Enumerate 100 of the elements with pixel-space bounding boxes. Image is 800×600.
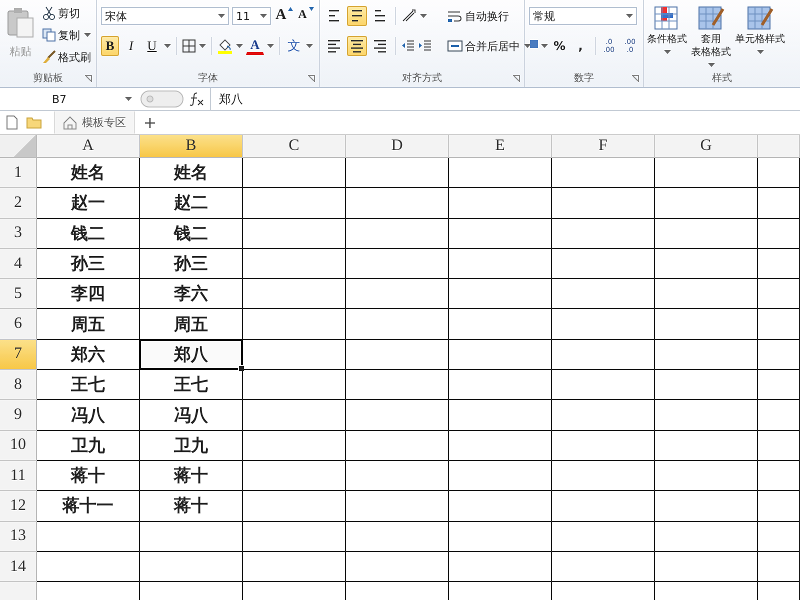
dialog-launcher-icon[interactable] <box>632 75 639 82</box>
table-cell[interactable] <box>552 309 655 340</box>
table-cell[interactable]: 周五 <box>37 309 140 340</box>
table-cell[interactable]: 蒋十 <box>37 460 140 492</box>
percent-button[interactable]: % <box>550 36 569 56</box>
table-cell[interactable]: 王七 <box>37 370 140 400</box>
table-cell[interactable] <box>552 340 655 370</box>
table-cell[interactable] <box>552 491 655 522</box>
caret-icon[interactable] <box>218 14 225 18</box>
table-cell[interactable] <box>243 218 346 249</box>
row-header[interactable]: 3 <box>0 218 37 249</box>
shrink-font-button[interactable]: A <box>297 6 315 26</box>
table-cell[interactable] <box>449 400 552 431</box>
style-gallery-button[interactable]: 单元格样式 <box>734 4 786 47</box>
table-cell[interactable] <box>449 279 552 310</box>
column-header[interactable]: F <box>552 135 655 158</box>
table-cell[interactable] <box>655 279 758 310</box>
table-cell[interactable] <box>552 552 655 582</box>
row-header[interactable]: 10 <box>0 430 37 461</box>
borders-icon[interactable] <box>182 39 196 53</box>
table-cell[interactable] <box>655 491 758 522</box>
table-cell[interactable] <box>758 400 800 431</box>
table-cell[interactable]: 孙三 <box>140 248 243 280</box>
row-header[interactable]: 12 <box>0 491 37 522</box>
dialog-launcher-icon[interactable] <box>308 75 315 82</box>
table-cell[interactable]: 蒋十 <box>140 460 243 492</box>
caret-icon[interactable] <box>708 63 714 67</box>
table-cell[interactable] <box>552 522 655 552</box>
table-cell[interactable] <box>243 279 346 310</box>
row-header[interactable]: 8 <box>0 370 37 400</box>
caret-icon[interactable] <box>664 50 670 54</box>
caret-icon[interactable] <box>236 44 243 48</box>
caret-icon[interactable] <box>84 33 91 37</box>
caret-icon[interactable] <box>420 14 427 18</box>
row-header[interactable]: 11 <box>0 460 37 492</box>
caret-icon[interactable] <box>756 50 764 54</box>
row-header[interactable]: 1 <box>0 158 37 188</box>
table-cell[interactable] <box>449 340 552 370</box>
table-cell[interactable] <box>346 491 449 522</box>
style-gallery-button[interactable]: 条件格式 <box>646 4 688 47</box>
table-cell[interactable] <box>449 491 552 522</box>
phonetic-guide-button[interactable]: 文 <box>285 36 303 56</box>
table-cell[interactable] <box>243 158 346 188</box>
table-cell[interactable] <box>449 552 552 582</box>
table-cell[interactable] <box>346 188 449 219</box>
row-header[interactable]: 13 <box>0 522 37 552</box>
table-cell[interactable] <box>346 552 449 582</box>
table-cell[interactable] <box>37 522 140 552</box>
table-cell[interactable] <box>758 158 800 188</box>
fill-handle[interactable] <box>238 365 245 372</box>
table-cell[interactable] <box>552 400 655 431</box>
table-cell[interactable] <box>449 430 552 461</box>
column-header[interactable]: C <box>243 135 346 158</box>
table-cell[interactable]: 冯八 <box>140 400 243 431</box>
template-tab[interactable]: 模板专区 <box>54 111 135 134</box>
table-cell[interactable] <box>655 248 758 280</box>
vertical-align-button[interactable] <box>347 6 367 26</box>
table-cell[interactable]: 赵一 <box>37 188 140 219</box>
table-cell[interactable] <box>655 370 758 400</box>
new-document-icon[interactable] <box>6 115 18 130</box>
table-cell[interactable] <box>758 491 800 522</box>
table-cell[interactable]: 赵二 <box>140 188 243 219</box>
wrap-text-button[interactable]: 自动换行 <box>446 4 531 28</box>
table-cell[interactable]: 卫九 <box>37 430 140 461</box>
table-cell[interactable] <box>243 188 346 219</box>
dialog-launcher-icon[interactable] <box>85 75 92 82</box>
fill-color-icon[interactable] <box>217 38 233 54</box>
format-painter-button[interactable]: 格式刷 <box>41 48 92 66</box>
table-cell[interactable] <box>449 248 552 280</box>
merge-center-button[interactable]: 合并后居中 <box>446 34 521 58</box>
table-cell[interactable] <box>758 248 800 280</box>
table-cell[interactable] <box>552 460 655 492</box>
table-cell[interactable]: 王七 <box>140 370 243 400</box>
table-cell[interactable] <box>655 522 758 552</box>
font-size-dropdown[interactable]: 11 <box>232 7 272 25</box>
row-header[interactable]: 9 <box>0 400 37 431</box>
column-header[interactable]: G <box>655 135 758 158</box>
table-cell[interactable] <box>346 340 449 370</box>
table-cell[interactable] <box>140 522 243 552</box>
table-cell[interactable] <box>243 552 346 582</box>
font-color-button[interactable]: A <box>246 37 264 55</box>
table-cell[interactable] <box>449 522 552 552</box>
copy-button[interactable]: 复制 <box>41 26 81 44</box>
table-cell[interactable] <box>346 370 449 400</box>
row-header[interactable]: 2 <box>0 188 37 219</box>
table-cell[interactable] <box>758 218 800 249</box>
caret-icon[interactable] <box>524 44 531 48</box>
row-header[interactable]: 14 <box>0 552 37 582</box>
table-cell[interactable]: 蒋十一 <box>37 491 140 522</box>
row-header[interactable]: 7 <box>0 340 37 370</box>
table-cell[interactable] <box>758 309 800 340</box>
table-cell[interactable] <box>758 552 800 582</box>
table-cell[interactable] <box>37 552 140 582</box>
table-cell[interactable]: 郑八 <box>139 338 243 370</box>
cut-button[interactable]: 剪切 <box>41 4 92 22</box>
horizontal-align-button[interactable] <box>347 36 367 56</box>
table-cell[interactable] <box>758 188 800 219</box>
table-cell[interactable] <box>243 309 346 340</box>
table-cell[interactable] <box>346 309 449 340</box>
dialog-launcher-icon[interactable] <box>513 75 520 82</box>
